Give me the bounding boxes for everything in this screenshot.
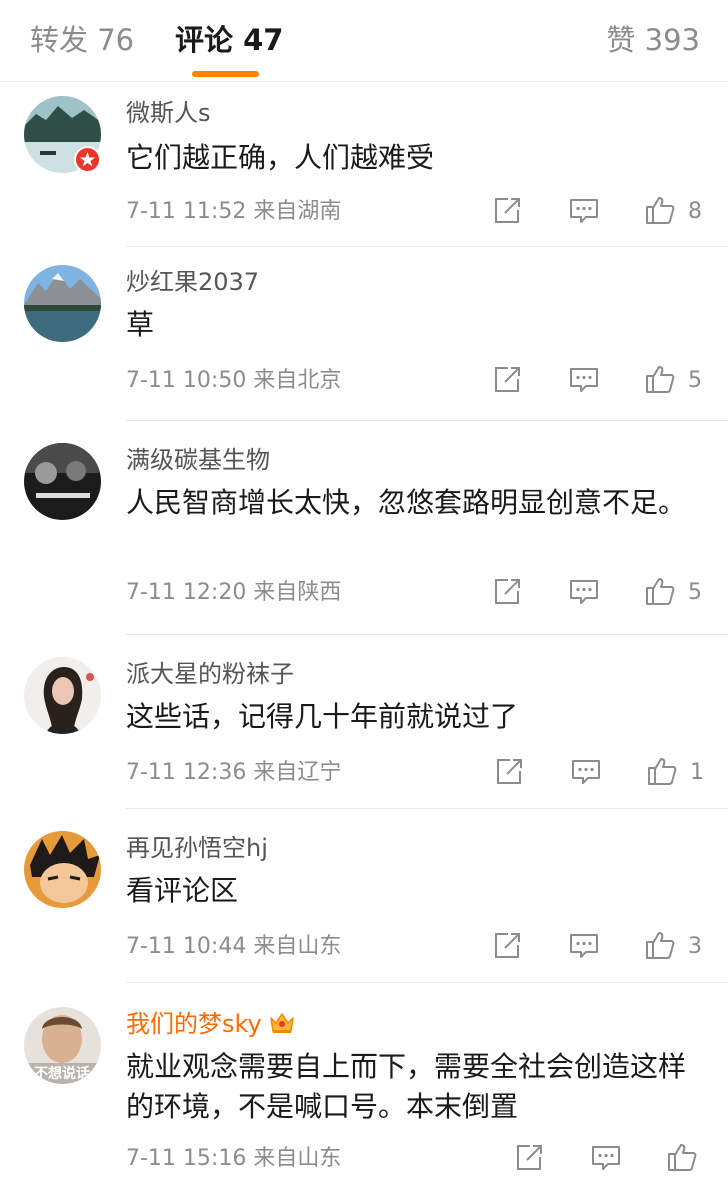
- avatar[interactable]: [24, 831, 101, 908]
- comment-time: 7-11 11:52: [126, 199, 247, 224]
- like-count: 3: [688, 934, 702, 959]
- comment-time: 7-11 12:36: [126, 760, 247, 785]
- comment-username[interactable]: 再见孙悟空hj: [126, 833, 268, 863]
- comment-text: 这些话，记得几十年前就说过了: [126, 700, 519, 733]
- tab-forward[interactable]: 转发 76: [30, 22, 134, 58]
- comment-text: 就业观念需要自上而下，需要全社会创造这样的环境，不是喊口号。本末倒置: [126, 1050, 687, 1123]
- comment-meta: 7-11 12:36 来自辽宁: [126, 759, 341, 787]
- comment-text: 草: [126, 308, 155, 341]
- comment-icon: [570, 934, 598, 958]
- comment-location: 来自辽宁: [253, 760, 342, 785]
- comment-location: 来自湖南: [253, 199, 342, 224]
- thumbs-up-icon: [646, 932, 675, 959]
- share-button[interactable]: [492, 365, 526, 399]
- share-icon: [497, 759, 522, 784]
- comment-tabs: 转发 76 评论 47 赞 393: [0, 0, 728, 82]
- comment-icon: [570, 199, 598, 223]
- verified-badge: [74, 146, 101, 173]
- avatar[interactable]: [24, 443, 101, 520]
- avatar-caption: 不想说话: [34, 1065, 90, 1082]
- comment-username[interactable]: 派大星的粉袜子: [126, 659, 294, 689]
- tab-likes[interactable]: 赞 393: [606, 22, 700, 58]
- thumbs-up-icon: [646, 197, 675, 224]
- share-button[interactable]: [492, 196, 526, 230]
- comment-meta: 7-11 11:52 来自湖南: [126, 198, 341, 226]
- avatar[interactable]: [24, 657, 101, 734]
- comment-time: 7-11 15:16: [126, 1146, 247, 1171]
- thumbs-up-icon: [648, 758, 677, 785]
- comment-text: 人民智商增长太快，忽悠套路明显创意不足。: [126, 486, 687, 519]
- comment-location: 来自山东: [253, 934, 342, 959]
- comment-location: 来自山东: [253, 1146, 342, 1171]
- active-tab-indicator: [192, 71, 259, 77]
- avatar[interactable]: [24, 265, 101, 342]
- reply-button[interactable]: [568, 577, 602, 611]
- like-button[interactable]: [666, 1141, 700, 1175]
- comment-time: 7-11 10:44: [126, 934, 247, 959]
- share-icon: [517, 1145, 542, 1170]
- comment-meta: 7-11 15:16 来自山东: [126, 1145, 341, 1173]
- reply-button[interactable]: [568, 196, 602, 230]
- share-button[interactable]: [492, 931, 526, 965]
- comment-text: 看评论区: [126, 874, 239, 907]
- comment-item: 微斯人s 它们越正确，人们越难受 7-11 11:52 来自湖南 8: [0, 82, 728, 247]
- comment-meta: 7-11 12:20 来自陕西: [126, 579, 341, 607]
- comment-item: 炒红果2037 草 7-11 10:50 来自北京 5: [0, 247, 728, 421]
- reply-button[interactable]: [568, 365, 602, 399]
- like-count: 5: [688, 580, 702, 605]
- comment-username[interactable]: 微斯人s: [126, 98, 211, 128]
- like-count: 1: [690, 760, 704, 785]
- crown-icon: [268, 1009, 296, 1042]
- comment-icon: [570, 580, 598, 604]
- comment-item: 再见孙悟空hj 看评论区 7-11 10:44 来自山东 3: [0, 809, 728, 983]
- comment-meta: 7-11 10:50 来自北京: [126, 367, 341, 395]
- comment-username[interactable]: 我们的梦sky: [126, 1009, 296, 1042]
- vip-username[interactable]: 我们的梦sky: [126, 1010, 262, 1038]
- comment-username[interactable]: 炒红果2037: [126, 267, 259, 297]
- share-icon: [495, 198, 520, 223]
- avatar[interactable]: 不想说话: [24, 1007, 101, 1084]
- comment-item: 派大星的粉袜子 这些话，记得几十年前就说过了 7-11 12:36 来自辽宁 1: [0, 635, 728, 809]
- share-button[interactable]: [494, 757, 528, 791]
- share-button[interactable]: [492, 577, 526, 611]
- comment-location: 来自陕西: [253, 580, 342, 605]
- comment-meta: 7-11 10:44 来自山东: [126, 933, 341, 961]
- like-button[interactable]: [644, 363, 678, 397]
- like-button[interactable]: [644, 929, 678, 963]
- reply-button[interactable]: [590, 1143, 624, 1177]
- thumbs-up-icon: [646, 578, 675, 605]
- comment-item: 满级碳基生物 人民智商增长太快，忽悠套路明显创意不足。 7-11 12:20 来…: [0, 421, 728, 635]
- like-count: 8: [688, 199, 702, 224]
- comment-time: 7-11 12:20: [126, 580, 247, 605]
- comment-location: 来自北京: [253, 368, 342, 393]
- comment-text: 它们越正确，人们越难受: [126, 141, 435, 174]
- comment-icon: [570, 368, 598, 392]
- comment-icon: [592, 1146, 620, 1170]
- share-icon: [495, 367, 520, 392]
- tab-comments[interactable]: 评论 47: [175, 22, 283, 58]
- share-button[interactable]: [514, 1143, 548, 1177]
- like-button[interactable]: [644, 575, 678, 609]
- share-icon: [495, 933, 520, 958]
- comment-time: 7-11 10:50: [126, 368, 247, 393]
- like-button[interactable]: [644, 194, 678, 228]
- thumbs-up-icon: [646, 366, 675, 393]
- share-icon: [495, 579, 520, 604]
- comment-item: 不想说话 我们的梦sky 就业观念需要自上而下，需要全社会创造这样的环境，不是喊…: [0, 983, 728, 1200]
- like-count: 5: [688, 368, 702, 393]
- comment-username[interactable]: 满级碳基生物: [126, 445, 270, 475]
- thumbs-up-icon: [668, 1144, 697, 1171]
- reply-button[interactable]: [568, 931, 602, 965]
- reply-button[interactable]: [570, 757, 604, 791]
- comment-icon: [572, 760, 600, 784]
- like-button[interactable]: [646, 755, 680, 789]
